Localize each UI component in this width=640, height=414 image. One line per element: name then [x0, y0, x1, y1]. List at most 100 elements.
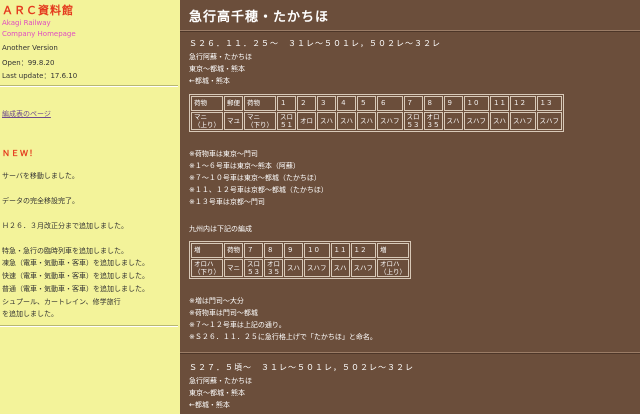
- kyushu-caption: 九州内は下記の編成: [189, 225, 252, 233]
- car-type-text: オロ: [300, 116, 313, 125]
- car-type-text: スハ: [446, 116, 460, 125]
- car-type-text: ５１: [280, 121, 293, 129]
- news-item: サーバを移動しました。: [2, 172, 79, 180]
- site-subtitle-2: Company Homepage: [2, 30, 76, 38]
- car-type-cell: スハフ: [304, 259, 330, 277]
- car-number-cell: ４: [337, 96, 356, 111]
- formation-page-link[interactable]: 編成表のページ: [2, 109, 51, 119]
- car-number-cell: 増: [191, 243, 223, 258]
- car-number-cell: ３: [317, 96, 336, 111]
- divider: [180, 30, 640, 32]
- direction: ←都城・熊本: [189, 401, 230, 409]
- car-type-cell: スハフ: [350, 259, 376, 277]
- page-title: 急行高千穂・たかちほ: [189, 10, 330, 25]
- direction: ←都城・熊本: [189, 77, 230, 85]
- car-number-cell: １１: [330, 243, 350, 258]
- service-name: 急行阿蘇・たかちほ: [189, 53, 252, 61]
- car-type-cell: スロ ５１: [277, 112, 296, 130]
- car-type-cell: スハ: [330, 259, 350, 277]
- news-item: シュプール、カートレイン、修学旅行: [2, 298, 121, 306]
- car-number-cell: ８: [264, 243, 283, 258]
- car-type-cell: スロ ５３: [403, 112, 423, 130]
- car-type-cell: スハ: [357, 112, 376, 130]
- news-item: 快速（電車・気動車・客車）を追加しました。: [2, 272, 149, 280]
- news-item: を追加しました。: [2, 310, 58, 318]
- news-item: 特急・急行の臨時列車を追加しました。: [2, 247, 128, 255]
- car-type-text: マニ: [247, 113, 260, 121]
- note: ※荷物車は門司～都城: [189, 309, 258, 317]
- car-type-text: （下り）: [247, 121, 273, 129]
- car-type-cell: スハ: [443, 112, 463, 130]
- car-type-text: スハフ: [513, 116, 533, 125]
- car-number-cell: ２: [297, 96, 316, 111]
- car-type-text: ３５: [426, 121, 440, 129]
- news-item: Ｈ２６．３月改正分まで追加しました。: [2, 222, 128, 230]
- site-title[interactable]: ＡＲＣ資料館: [2, 2, 74, 18]
- note: ※荷物車は東京～門司: [189, 150, 258, 158]
- car-type-cell: オロ: [297, 112, 316, 130]
- car-number-cell: １０: [304, 243, 330, 258]
- note: ※増は門司～大分: [189, 297, 244, 305]
- car-type-cell: マユ: [224, 112, 243, 130]
- formation-table: 荷物 郵便 荷物 １ ２ ３ ４ ５ ６ ７ ８ ９ １０ １１ １２ １３ マニ （上り） マユ マニ （下り） スロ…: [189, 94, 564, 132]
- car-type-cell: オロハ （上り）: [377, 259, 409, 277]
- car-type-cell: スハフ: [377, 112, 403, 130]
- section-heading: Ｓ２７．５頃～ ３１レ～５０１レ，５０２レ～３２レ: [189, 363, 414, 372]
- news-item: 普通（電車・気動車・客車）を追加しました。: [2, 285, 149, 293]
- car-type-text: オロハ: [380, 260, 400, 268]
- main-content: 急行高千穂・たかちほ Ｓ２６．１１．２５～ ３１レ～５０１レ，５０２レ～３２レ …: [180, 0, 640, 414]
- car-number-cell: 郵便: [224, 96, 243, 111]
- car-type-text: スハ: [360, 116, 373, 125]
- car-type-cell: スハ: [284, 259, 303, 277]
- car-type-text: オロ: [426, 113, 440, 121]
- car-type-cell: スハフ: [510, 112, 536, 130]
- open-date: Open：99.8.20: [2, 59, 55, 67]
- new-heading: ＮＥＷ！: [2, 149, 38, 158]
- car-number-cell: ６: [377, 96, 403, 111]
- car-type-text: （上り）: [380, 268, 406, 276]
- divider: [0, 325, 178, 327]
- car-type-cell: オロ ３５: [423, 112, 443, 130]
- car-type-text: スハ: [320, 116, 333, 125]
- car-type-text: スハ: [493, 116, 506, 125]
- car-type-text: ５３: [247, 268, 260, 276]
- route: 東京～都城・熊本: [189, 389, 245, 397]
- car-number-cell: １０: [463, 96, 489, 111]
- car-type-cell: マニ （下り）: [244, 112, 276, 130]
- car-number-cell: 増: [377, 243, 409, 258]
- note: ※Ｓ２６．１１．２５に急行格上げで「たかちほ」と命名。: [189, 333, 377, 341]
- news-item: 凍急（電車・気動車・客車）を追加しました。: [2, 259, 149, 267]
- car-type-cell: スハ: [490, 112, 509, 130]
- car-type-text: マニ: [194, 113, 207, 121]
- car-number-cell: 荷物: [191, 96, 223, 111]
- car-type-text: スハ: [333, 263, 347, 272]
- car-number-cell: １２: [510, 96, 536, 111]
- car-type-text: マユ: [227, 116, 240, 125]
- car-number-cell: ５: [357, 96, 376, 111]
- note: ※７～１２号車は上記の通り。: [189, 321, 286, 329]
- site-subtitle-1: Akagi Railway: [2, 19, 51, 27]
- service-name: 急行阿蘇・たかちほ: [189, 377, 252, 385]
- car-type-text: マニ: [227, 263, 240, 272]
- car-type-text: スハフ: [539, 116, 560, 125]
- note: ※１１、１２号車は京都～都城（たかちほ）: [189, 186, 328, 194]
- route: 東京～都城・熊本: [189, 65, 245, 73]
- car-number-cell: １: [277, 96, 296, 111]
- car-type-text: スハ: [340, 116, 353, 125]
- car-number-cell: ８: [423, 96, 443, 111]
- car-number-cell: 荷物: [244, 96, 276, 111]
- car-type-text: スハフ: [466, 116, 487, 125]
- car-number-cell: ７: [244, 243, 263, 258]
- car-type-cell: マニ: [224, 259, 243, 277]
- car-type-text: ３５: [267, 268, 280, 276]
- note: ※７～１０号車は東京～都城（たかちほ）: [189, 174, 321, 182]
- car-type-text: スロ: [406, 113, 420, 121]
- car-number-cell: ９: [443, 96, 463, 111]
- car-type-text: スハフ: [353, 263, 374, 272]
- car-number-cell: ９: [284, 243, 303, 258]
- car-type-cell: オロハ （下り）: [191, 259, 223, 277]
- car-type-cell: スハフ: [463, 112, 489, 130]
- car-type-text: ５３: [406, 121, 420, 129]
- sidebar: ＡＲＣ資料館 Akagi Railway Company Homepage An…: [0, 0, 180, 414]
- car-number-cell: １２: [350, 243, 376, 258]
